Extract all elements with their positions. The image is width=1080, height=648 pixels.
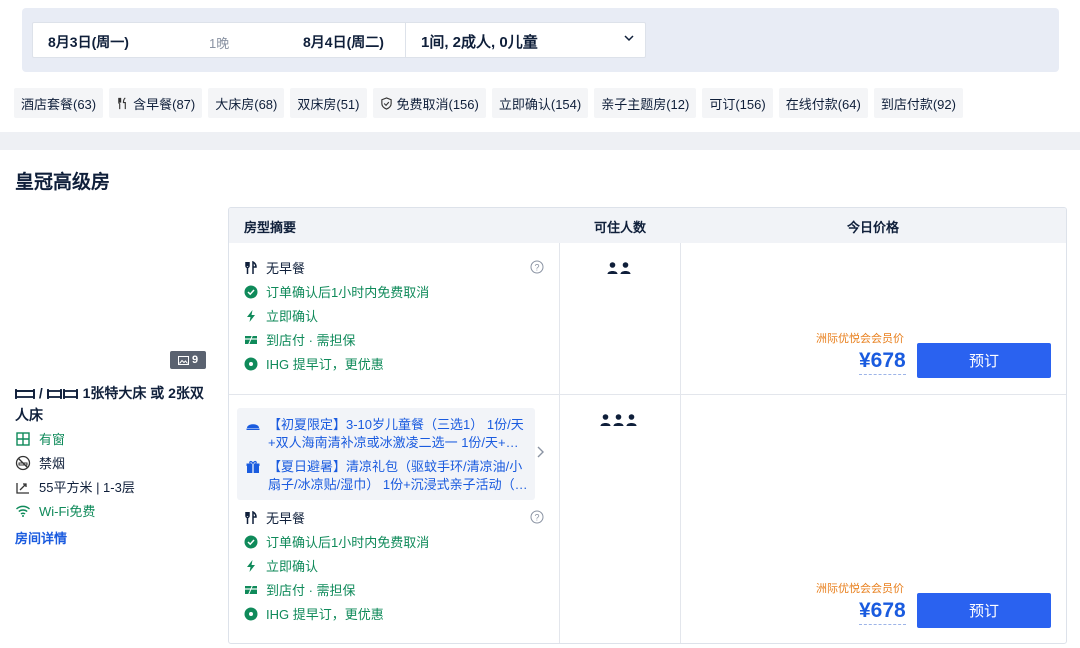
lightning-icon — [247, 559, 255, 572]
person-icon — [620, 262, 631, 274]
divider — [680, 243, 681, 643]
promo-info: IHG 提早订，更优惠 — [244, 354, 384, 373]
divider — [559, 243, 560, 643]
filter-free-cancel[interactable]: 免费取消(156) — [372, 88, 486, 118]
meal-info: 无早餐 — [244, 508, 305, 527]
king-bed-icon — [15, 389, 35, 399]
filter-instant-confirm[interactable]: 立即确认(154) — [491, 88, 589, 118]
filter-package[interactable]: 酒店套餐(63) — [14, 88, 104, 118]
search-panel: 8月3日(周一) 1晚 8月4日(周二) 1间, 2成人, 0儿童 酒店套餐(6… — [0, 0, 1080, 132]
smoking-attr: 禁烟 — [15, 453, 65, 472]
twin-bed-icon — [46, 389, 78, 399]
col-occupancy-header: 可住人数 — [594, 220, 647, 235]
meal-info: 无早餐 — [244, 258, 305, 277]
payment-method: 到店付 · 需担保 — [244, 330, 356, 349]
member-price-label: 洲际优悦会会员价 — [816, 333, 904, 345]
target-icon — [244, 607, 258, 620]
filter-twin-bed[interactable]: 双床房(51) — [290, 88, 367, 118]
instant-confirm: 立即确认 — [244, 306, 318, 325]
price: ¥678 — [859, 598, 906, 625]
shield-check-icon — [380, 96, 392, 110]
divider — [405, 23, 406, 57]
checkin-date[interactable]: 8月3日(周一) — [48, 32, 129, 52]
chevron-down-icon[interactable] — [622, 31, 636, 45]
promo-info: IHG 提早订，更优惠 — [244, 604, 384, 623]
filter-pay-at-hotel[interactable]: 到店付款(92) — [873, 88, 963, 118]
question-circle-icon[interactable]: ? — [530, 260, 544, 274]
image-icon — [177, 355, 189, 365]
room-card: 皇冠高级房 9 / 1张特大床 或 2张双人床 有窗 禁烟 55平方米 | 1-… — [0, 150, 1080, 648]
room-detail-link[interactable]: 房间详情 — [15, 528, 67, 547]
question-circle-icon[interactable]: ? — [530, 510, 544, 524]
lightning-icon — [247, 309, 255, 322]
filter-king-bed[interactable]: 大床房(68) — [208, 88, 285, 118]
person-icon — [626, 414, 637, 426]
wifi-icon — [16, 505, 30, 517]
filter-family-room[interactable]: 亲子主题房(12) — [594, 88, 697, 118]
nights-count: 1晚 — [209, 36, 230, 51]
window-icon — [16, 431, 30, 446]
card-icon — [245, 583, 257, 596]
photo-count-badge[interactable]: 9 — [170, 351, 206, 369]
bed-type: / 1张特大床 或 2张双人床 — [15, 382, 215, 426]
dish-icon — [246, 424, 260, 430]
checkout-date[interactable]: 8月4日(周二) — [303, 32, 384, 52]
package-perks[interactable]: 【初夏限定】3-10岁儿童餐（三选1） 1份/天+双人海南清补凉或冰激凌二选一 … — [237, 408, 544, 500]
person-icon — [600, 414, 611, 426]
filter-chips: 酒店套餐(63) 含早餐(87) 大床房(68) 双床房(51) 免费取消(15… — [14, 88, 963, 118]
date-guest-selector[interactable]: 8月3日(周一) 1晚 8月4日(周二) 1间, 2成人, 0儿童 — [32, 22, 646, 58]
book-button[interactable]: 预订 — [917, 343, 1051, 378]
room-title: 皇冠高级房 — [15, 172, 111, 193]
no-smoking-icon — [15, 455, 31, 470]
cancel-policy: 订单确认后1小时内免费取消 — [244, 532, 429, 551]
svg-text:?: ? — [534, 513, 539, 523]
perk-item: 【夏日避暑】清凉礼包（驱蚊手环/清凉油/小扇子/冰凉贴/湿巾） 1份+沉浸式亲子… — [246, 458, 531, 494]
payment-method: 到店付 · 需担保 — [244, 580, 356, 599]
window-attr: 有窗 — [15, 429, 65, 448]
size-floor-attr: 55平方米 | 1-3层 — [15, 477, 135, 496]
price: ¥678 — [859, 348, 906, 375]
utensils-icon — [118, 96, 126, 109]
perk-item: 【初夏限定】3-10岁儿童餐（三选1） 1份/天+双人海南清补凉或冰激凌二选一 … — [246, 416, 531, 452]
bed-description: 1张特大床 或 2张双人床 — [15, 385, 204, 423]
wifi-attr: Wi-Fi免费 — [15, 501, 95, 520]
check-circle-icon — [244, 535, 258, 548]
bed-separator: / — [38, 385, 43, 401]
cancel-policy: 订单确认后1小时内免费取消 — [244, 282, 429, 301]
check-circle-icon — [244, 285, 258, 298]
card-icon — [245, 333, 257, 346]
occupancy-icons — [600, 414, 637, 426]
member-price-label: 洲际优悦会会员价 — [816, 583, 904, 595]
filter-online-pay[interactable]: 在线付款(64) — [778, 88, 868, 118]
gift-icon — [246, 460, 260, 473]
svg-text:?: ? — [534, 263, 539, 273]
person-icon — [607, 262, 618, 274]
filter-available[interactable]: 可订(156) — [702, 88, 773, 118]
table-header: 房型摘要 可住人数 今日价格 — [229, 208, 1066, 243]
occupancy-icons — [607, 262, 631, 274]
divider — [229, 394, 1066, 395]
book-button[interactable]: 预订 — [917, 593, 1051, 628]
utensils-icon — [245, 510, 257, 524]
person-icon — [613, 414, 624, 426]
rate-table: 房型摘要 可住人数 今日价格 无早餐 ? 订单确认后1小时内免费取消 立即确认 … — [228, 207, 1067, 644]
instant-confirm: 立即确认 — [244, 556, 318, 575]
chevron-right-icon[interactable] — [535, 445, 545, 459]
guests-selector[interactable]: 1间, 2成人, 0儿童 — [421, 31, 538, 52]
target-icon — [244, 357, 258, 370]
col-price-header: 今日价格 — [847, 220, 900, 235]
col-summary-header: 房型摘要 — [244, 220, 297, 235]
utensils-icon — [245, 260, 257, 274]
area-icon — [16, 482, 29, 494]
filter-breakfast[interactable]: 含早餐(87) — [109, 88, 203, 118]
